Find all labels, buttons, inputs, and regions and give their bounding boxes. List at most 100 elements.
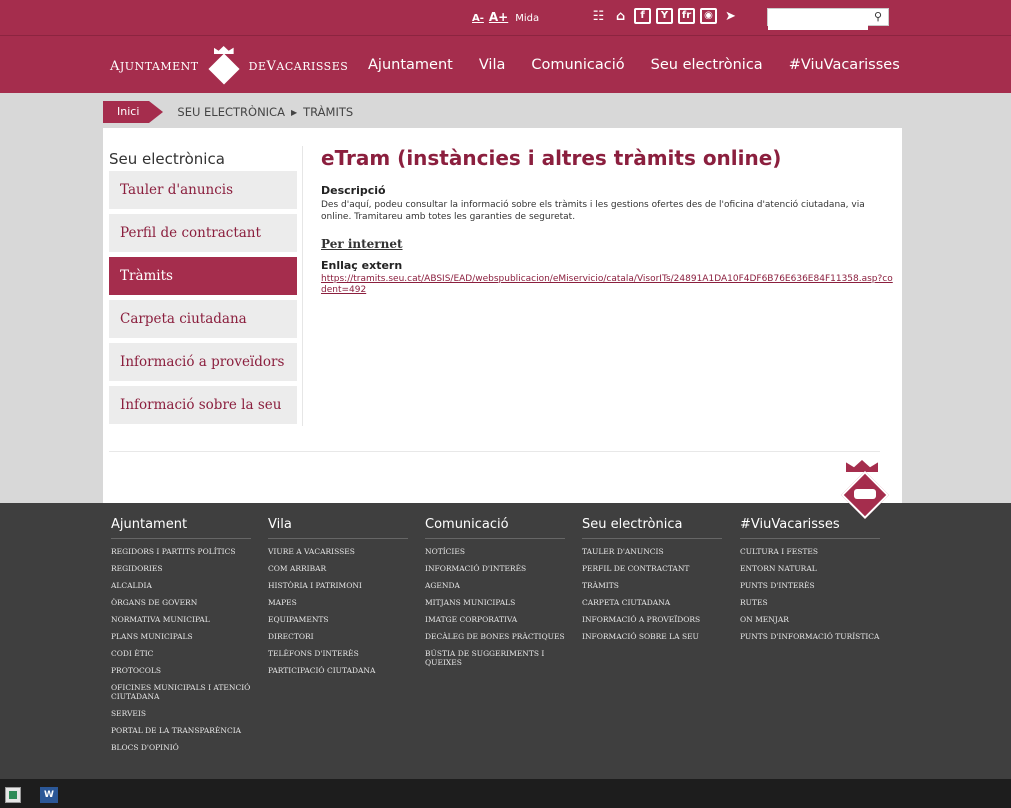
flickr-icon[interactable]: fr — [678, 8, 695, 24]
nav-ajuntament[interactable]: Ajuntament — [368, 57, 453, 73]
os-taskbar: W — [0, 779, 1011, 808]
footer-link[interactable]: Informació a proveïdors — [582, 615, 722, 624]
site-logo[interactable]: A JUNTAMENT DE V ACARISSES — [110, 46, 348, 86]
footer-link[interactable]: Regidories — [111, 564, 251, 573]
footer-link[interactable]: Directori — [268, 632, 408, 641]
top-utility-bar: A- A+ Mida ☷ ⌂ f Y fr ◉ ➤ ⚲ — [0, 0, 1011, 35]
sidebar-item-tramits[interactable]: Tràmits — [109, 257, 297, 295]
footer-link[interactable]: Tauler d'anuncis — [582, 547, 722, 556]
page-title: eTram (instàncies i altres tràmits onlin… — [321, 146, 782, 170]
sidebar-item-informacio-proveidors[interactable]: Informació a proveïdors — [109, 343, 297, 381]
footer-link[interactable]: Rutes — [740, 598, 880, 607]
footer-link[interactable]: Notícies — [425, 547, 565, 556]
footer-link[interactable]: Com arribar — [268, 564, 408, 573]
footer-link[interactable]: Perfil de contractant — [582, 564, 722, 573]
font-size-controls: A- A+ Mida — [472, 10, 539, 24]
footer-link[interactable]: Imatge corporativa — [425, 615, 565, 624]
footer-title[interactable]: Comunicació — [425, 517, 565, 539]
nav-comunicacio[interactable]: Comunicació — [531, 57, 624, 73]
footer-link[interactable]: Informació sobre la seu — [582, 632, 722, 641]
breadcrumb-current: TRÀMITS — [303, 105, 354, 119]
telegram-icon[interactable]: ➤ — [722, 8, 739, 24]
font-decrease-button[interactable]: A- — [472, 13, 484, 24]
breadcrumb-home[interactable]: Inici — [103, 101, 164, 123]
footer-link[interactable]: Blocs d'opinió — [111, 743, 251, 752]
footer-col-ajuntament: Ajuntament Regidors i partits polítics R… — [111, 517, 251, 760]
instagram-icon[interactable]: ◉ — [700, 8, 717, 24]
sidebar-title: Seu electrònica — [109, 150, 225, 168]
footer-col-seu-electronica: Seu electrònica Tauler d'anuncis Perfil … — [582, 517, 722, 649]
footer-link[interactable]: Cultura i festes — [740, 547, 880, 556]
footer-col-comunicacio: Comunicació Notícies Informació d'interè… — [425, 517, 565, 675]
footer-link[interactable]: Història i patrimoni — [268, 581, 408, 590]
footer-col-vila: Vila Viure a Vacarisses Com arribar Hist… — [268, 517, 408, 683]
logo-text-cap: A — [110, 58, 120, 74]
font-increase-button[interactable]: A+ — [489, 10, 508, 24]
footer-title[interactable]: Ajuntament — [111, 517, 251, 539]
youtube-icon[interactable]: Y — [656, 8, 673, 24]
word-app-icon[interactable]: W — [40, 787, 58, 803]
external-link-label: Enllaç extern — [321, 259, 403, 272]
footer-link[interactable]: Informació d'interès — [425, 564, 565, 573]
footer-link[interactable]: Plans municipals — [111, 632, 251, 641]
footer-link[interactable]: Portal de la transparència — [111, 726, 251, 735]
sidebar-item-informacio-seu[interactable]: Informació sobre la seu — [109, 386, 297, 424]
logo-text-de: DE — [248, 59, 267, 73]
footer-link[interactable]: Codi ètic — [111, 649, 251, 658]
description-label: Descripció — [321, 184, 386, 197]
sidebar-item-tauler-anuncis[interactable]: Tauler d'anuncis — [109, 171, 297, 209]
external-link[interactable]: https://tramits.seu.cat/ABSIS/EAD/webspu… — [321, 274, 893, 296]
footer-link[interactable]: Viure a Vacarisses — [268, 547, 408, 556]
breadcrumb: Inici SEU ELECTRÒNICA ▶ TRÀMITS — [103, 101, 353, 123]
footer-link[interactable]: Entorn natural — [740, 564, 880, 573]
search-box: ⚲ — [767, 8, 889, 30]
footer-link[interactable]: Participació ciutadana — [268, 666, 408, 675]
logo-text-right: ACARISSES — [276, 59, 349, 73]
sidebar-item-carpeta-ciutadana[interactable]: Carpeta ciutadana — [109, 300, 297, 338]
footer-link[interactable]: Punts d'interès — [740, 581, 880, 590]
description-text: Des d'aquí, podeu consultar la informaci… — [321, 200, 865, 222]
main-nav: Ajuntament Vila Comunicació Seu electròn… — [368, 57, 926, 73]
footer-link[interactable]: Carpeta ciutadana — [582, 598, 722, 607]
footer-link[interactable]: Oficines municipals i atenció ciutadana — [111, 683, 251, 701]
facebook-icon[interactable]: f — [634, 8, 651, 24]
footer-link[interactable]: Bústia de suggeriments i queixes — [425, 649, 565, 667]
footer-title[interactable]: #ViuVacarisses — [740, 517, 880, 539]
footer-link[interactable]: Òrgans de govern — [111, 598, 251, 607]
footer-link[interactable]: Protocols — [111, 666, 251, 675]
sitemap-icon[interactable]: ☷ — [590, 8, 607, 24]
home-icon[interactable]: ⌂ — [612, 8, 629, 24]
breadcrumb-section[interactable]: SEU ELECTRÒNICA — [177, 105, 285, 119]
nav-vila[interactable]: Vila — [479, 57, 506, 73]
crown-icon — [846, 460, 878, 472]
footer-link[interactable]: Agenda — [425, 581, 565, 590]
breadcrumb-path: SEU ELECTRÒNICA ▶ TRÀMITS — [177, 105, 353, 119]
footer-title[interactable]: Seu electrònica — [582, 517, 722, 539]
footer-link[interactable]: Normativa municipal — [111, 615, 251, 624]
logo-text-cap2: V — [266, 58, 277, 74]
font-size-label: Mida — [515, 13, 540, 24]
search-icon[interactable]: ⚲ — [874, 10, 882, 23]
footer-link[interactable]: On menjar — [740, 615, 880, 624]
footer-link[interactable]: Equipaments — [268, 615, 408, 624]
app-icon[interactable] — [5, 787, 21, 803]
nav-seu-electronica[interactable]: Seu electrònica — [651, 57, 763, 73]
search-input[interactable] — [768, 13, 868, 30]
main-navbar: A JUNTAMENT DE V ACARISSES Ajuntament Vila… — [0, 35, 1011, 93]
footer-link[interactable]: Tràmits — [582, 581, 722, 590]
nav-viuvacarisses[interactable]: #ViuVacarisses — [789, 57, 900, 73]
sidebar-item-perfil-contractant[interactable]: Perfil de contractant — [109, 214, 297, 252]
footer-link[interactable]: Serveis — [111, 709, 251, 718]
footer-link[interactable]: Punts d'informació turística — [740, 632, 880, 641]
footer-link[interactable]: Alcaldia — [111, 581, 251, 590]
footer-link[interactable]: Mitjans municipals — [425, 598, 565, 607]
social-icons: ☷ ⌂ f Y fr ◉ ➤ — [590, 8, 739, 24]
footer-link[interactable]: Regidors i partits polítics — [111, 547, 251, 556]
footer-link[interactable]: Decàleg de bones pràctiques — [425, 632, 565, 641]
cow-icon — [854, 489, 876, 499]
footer-title[interactable]: Vila — [268, 517, 408, 539]
site-footer: Ajuntament Regidors i partits polítics R… — [0, 503, 1011, 779]
footer-link[interactable]: Mapes — [268, 598, 408, 607]
main-content: eTram (instàncies i altres tràmits onlin… — [321, 146, 893, 296]
footer-link[interactable]: Telèfons d'interès — [268, 649, 408, 658]
